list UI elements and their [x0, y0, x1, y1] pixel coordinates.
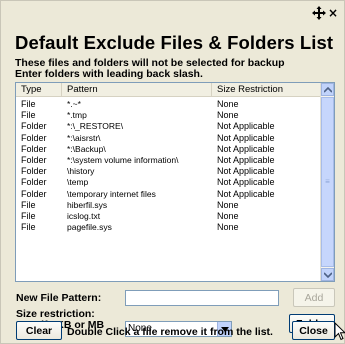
list-header: Type Pattern Size Restriction — [16, 83, 322, 97]
row-type: Folder — [21, 154, 47, 165]
row-pattern: \temp — [67, 177, 89, 188]
row-size-restriction: None — [217, 110, 239, 121]
list-row[interactable]: Folder *:\aisrstr\ Not Applicable — [16, 133, 322, 144]
new-file-pattern-input[interactable] — [125, 290, 279, 306]
row-size-restriction: Not Applicable — [217, 121, 275, 132]
row-size-restriction: Not Applicable — [217, 188, 275, 199]
row-pattern: pagefile.sys — [67, 222, 112, 233]
row-type: File — [21, 222, 36, 233]
row-pattern: *:\Backup\ — [67, 143, 106, 154]
chevron-up-icon — [323, 86, 332, 93]
row-size-restriction: None — [217, 199, 239, 210]
list-row[interactable]: File *.~* None — [16, 99, 322, 110]
list-row[interactable]: File hiberfil.sys None — [16, 200, 322, 211]
move-icon[interactable] — [311, 6, 326, 20]
close-button[interactable]: Close — [292, 321, 335, 340]
titlebar-icons: × — [311, 4, 338, 22]
row-type: File — [21, 99, 36, 109]
new-file-pattern-label: New File Pattern: — [16, 292, 102, 304]
list-row[interactable]: Folder *:\system volume information\ Not A… — [16, 155, 322, 166]
list-row[interactable]: Folder \temporary internet files Not Appli… — [16, 189, 322, 200]
scroll-down-button[interactable] — [321, 268, 334, 281]
row-size-restriction: Not Applicable — [217, 166, 275, 177]
list-row[interactable]: Folder \temp Not Applicable — [16, 177, 322, 188]
row-type: Folder — [21, 188, 47, 199]
row-pattern: *:\_RESTORE\ — [67, 121, 124, 132]
list-row[interactable]: File pagefile.sys None — [16, 222, 322, 233]
instructions: These files and folders will not be sele… — [15, 58, 285, 80]
row-size-restriction: Not Applicable — [217, 177, 275, 188]
chevron-down-icon — [323, 271, 332, 278]
list-scrollbar[interactable]: ≡ — [320, 83, 334, 281]
row-type: Folder — [21, 121, 47, 132]
row-type: Folder — [21, 177, 47, 188]
list-row[interactable]: Folder \history Not Applicable — [16, 166, 322, 177]
add-button-label: Add — [304, 291, 324, 304]
row-type: File — [21, 199, 36, 210]
close-button-label: Close — [299, 324, 328, 337]
scroll-thumb[interactable]: ≡ — [321, 97, 334, 267]
row-pattern: \temporary internet files — [67, 188, 156, 199]
mouse-pointer-icon — [334, 322, 345, 341]
remove-hint: Double Click a file remove it from the l… — [67, 326, 273, 338]
list-row[interactable]: Folder *:\_RESTORE\ Not Applicable — [16, 121, 322, 132]
list-rows: File *.~* None File *.tmp None Folder *:\_RES… — [16, 99, 322, 233]
column-header-size-restriction[interactable]: Size Restriction — [212, 83, 322, 96]
list-row[interactable]: Folder *:\Backup\ Not Applicable — [16, 144, 322, 155]
row-type: File — [21, 210, 36, 221]
row-size-restriction: None — [217, 222, 239, 233]
row-type: File — [21, 110, 36, 121]
row-pattern: *.tmp — [67, 110, 87, 121]
clear-button[interactable]: Clear — [16, 321, 62, 340]
row-type: Folder — [21, 143, 47, 154]
close-icon[interactable]: × — [328, 6, 338, 20]
row-pattern: hiberfil.sys — [67, 199, 108, 210]
row-size-restriction: Not Applicable — [217, 132, 275, 143]
row-size-restriction: Not Applicable — [217, 143, 275, 154]
row-pattern: *.~* — [67, 99, 81, 109]
exclude-list[interactable]: Type Pattern Size Restriction File *.~* No… — [15, 82, 335, 282]
row-pattern: \history — [67, 166, 95, 177]
column-header-type[interactable]: Type — [16, 83, 62, 96]
row-type: Folder — [21, 132, 47, 143]
exclude-list-dialog: × Default Exclude Files & Folders List T… — [0, 0, 345, 344]
list-row[interactable]: File icslog.txt None — [16, 211, 322, 222]
row-pattern: *:\aisrstr\ — [67, 132, 101, 143]
clear-button-label: Clear — [25, 324, 53, 337]
column-header-pattern[interactable]: Pattern — [62, 83, 212, 96]
row-size-restriction: None — [217, 210, 239, 221]
grip-icon: ≡ — [325, 177, 330, 186]
row-size-restriction: Not Applicable — [217, 154, 275, 165]
row-type: Folder — [21, 166, 47, 177]
list-row[interactable]: File *.tmp None — [16, 110, 322, 121]
row-pattern: *:\system volume information\ — [67, 154, 179, 165]
instructions-line-2: Enter folders with leading back slash. — [15, 68, 203, 80]
row-size-restriction: None — [217, 99, 239, 109]
add-button[interactable]: Add — [293, 288, 335, 307]
dialog-title: Default Exclude Files & Folders List — [15, 32, 334, 53]
row-pattern: icslog.txt — [67, 210, 101, 221]
scroll-up-button[interactable] — [321, 83, 334, 96]
